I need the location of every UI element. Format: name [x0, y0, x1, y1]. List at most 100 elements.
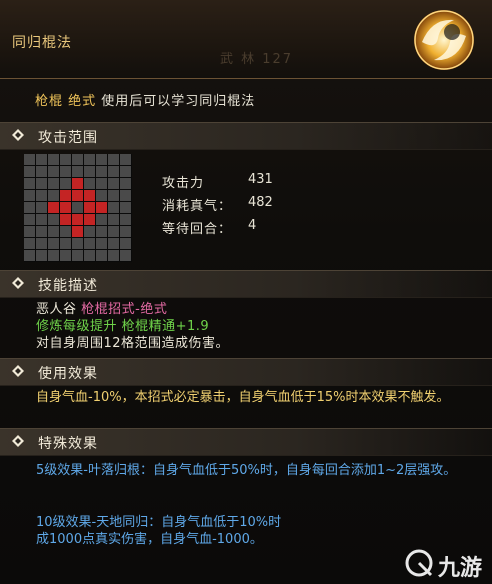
- range-cell: [36, 214, 47, 225]
- range-cell: [24, 238, 35, 249]
- range-cell: [84, 166, 95, 177]
- range-cell: [24, 214, 35, 225]
- range-cell: [48, 190, 59, 201]
- attack-range-grid: [24, 154, 132, 262]
- section-range-header: 攻击范围: [0, 122, 492, 150]
- range-cell: [120, 250, 131, 261]
- range-cell: [120, 166, 131, 177]
- range-cell: [108, 250, 119, 261]
- range-cell: [24, 190, 35, 201]
- skill-type: 枪棍 绝式: [35, 94, 97, 109]
- range-cell: [36, 190, 47, 201]
- tooltip-header: 武 林 127 同归棍法: [0, 0, 492, 79]
- range-cell: [108, 238, 119, 249]
- skill-tooltip-panel: 武 林 127 同归棍法 枪棍 绝式 使用后可以学习同归棍法 攻击范围 攻击力 …: [0, 0, 492, 584]
- range-cell: [84, 226, 95, 237]
- range-cell: [120, 190, 131, 201]
- range-cell: [36, 178, 47, 189]
- stat-attack-label: 攻击力: [162, 176, 205, 191]
- range-cell: [60, 178, 71, 189]
- range-cell-active: [84, 202, 95, 213]
- range-cell-active: [84, 214, 95, 225]
- range-cell: [120, 154, 131, 165]
- range-cell: [120, 226, 131, 237]
- range-cell: [96, 154, 107, 165]
- range-cell: [24, 202, 35, 213]
- stat-wait-turns-label: 等待回合：: [162, 222, 233, 237]
- skill-subtitle: 枪棍 绝式 使用后可以学习同归棍法: [35, 90, 255, 109]
- range-cell: [96, 214, 107, 225]
- stat-attack-value: 431: [248, 172, 273, 187]
- header-background-text: 武 林 127: [220, 52, 294, 67]
- diamond-bullet-icon: [12, 365, 24, 377]
- range-cell: [84, 178, 95, 189]
- range-cell: [108, 154, 119, 165]
- range-cell: [72, 202, 83, 213]
- range-cell: [24, 166, 35, 177]
- skill-stats: 攻击力 431 消耗真气： 482 等待回合： 4: [162, 172, 273, 241]
- special-effect-line-1: 5级效果-叶落归根：自身气血低于50%时，自身每回合添加1~2层强攻。: [36, 463, 457, 478]
- stat-qi-cost-label: 消耗真气：: [162, 199, 233, 214]
- range-cell: [36, 238, 47, 249]
- description-line-1: 恶人谷 枪棍招式-绝式: [36, 302, 168, 317]
- range-cell: [108, 190, 119, 201]
- range-cell: [24, 226, 35, 237]
- nine-game-logo-icon: [405, 549, 433, 577]
- range-cell-active: [60, 214, 71, 225]
- range-cell: [120, 178, 131, 189]
- range-cell: [84, 250, 95, 261]
- range-cell-active: [84, 190, 95, 201]
- range-cell-active: [72, 226, 83, 237]
- watermark-logo: 九游: [404, 548, 488, 581]
- spinning-staff-skill-icon: [414, 10, 474, 70]
- range-cell: [96, 166, 107, 177]
- range-cell: [48, 214, 59, 225]
- range-cell: [36, 250, 47, 261]
- range-cell-active: [72, 214, 83, 225]
- diamond-bullet-icon: [12, 277, 24, 289]
- range-cell-active: [60, 202, 71, 213]
- skill-title: 同归棍法: [12, 35, 72, 51]
- range-cell: [60, 154, 71, 165]
- range-cell: [48, 226, 59, 237]
- special-effect-line-3: 成1000点真实伤害，自身气血-1000。: [36, 532, 263, 547]
- range-cell-active: [72, 178, 83, 189]
- section-special-header: 特殊效果: [0, 428, 492, 456]
- range-cell: [48, 154, 59, 165]
- section-description-label: 技能描述: [38, 278, 98, 294]
- skill-usage-text: 使用后可以学习同归棍法: [101, 94, 256, 109]
- diamond-bullet-icon: [12, 435, 24, 447]
- stat-row-wait-turns: 等待回合： 4: [162, 218, 273, 241]
- range-cell: [108, 202, 119, 213]
- effect-text: 自身气血-10%，本招式必定暴击，自身气血低于15%时本效果不触发。: [36, 390, 450, 405]
- stat-row-attack: 攻击力 431: [162, 172, 273, 195]
- range-cell: [36, 226, 47, 237]
- range-cell: [108, 178, 119, 189]
- description-line-2: 修炼每级提升 枪棍精通+1.9: [36, 319, 210, 334]
- range-cell: [48, 250, 59, 261]
- stat-row-qi-cost: 消耗真气： 482: [162, 195, 273, 218]
- special-effect-line-2: 10级效果-天地同归：自身气血低于10%时: [36, 515, 282, 530]
- range-cell: [96, 250, 107, 261]
- range-cell: [96, 178, 107, 189]
- range-cell: [60, 238, 71, 249]
- range-cell: [96, 226, 107, 237]
- stat-qi-cost-value: 482: [248, 195, 273, 210]
- range-cell: [96, 238, 107, 249]
- range-cell: [108, 226, 119, 237]
- section-special-label: 特殊效果: [38, 436, 98, 452]
- range-cell: [84, 154, 95, 165]
- range-cell: [72, 238, 83, 249]
- diamond-bullet-icon: [12, 129, 24, 141]
- range-cell: [48, 238, 59, 249]
- range-cell: [120, 202, 131, 213]
- range-cell: [60, 250, 71, 261]
- range-cell: [48, 166, 59, 177]
- range-cell-active: [96, 202, 107, 213]
- range-cell: [72, 250, 83, 261]
- range-cell: [60, 226, 71, 237]
- range-cell: [36, 166, 47, 177]
- range-cell: [48, 178, 59, 189]
- watermark-text: 九游: [438, 556, 483, 581]
- range-cell: [120, 214, 131, 225]
